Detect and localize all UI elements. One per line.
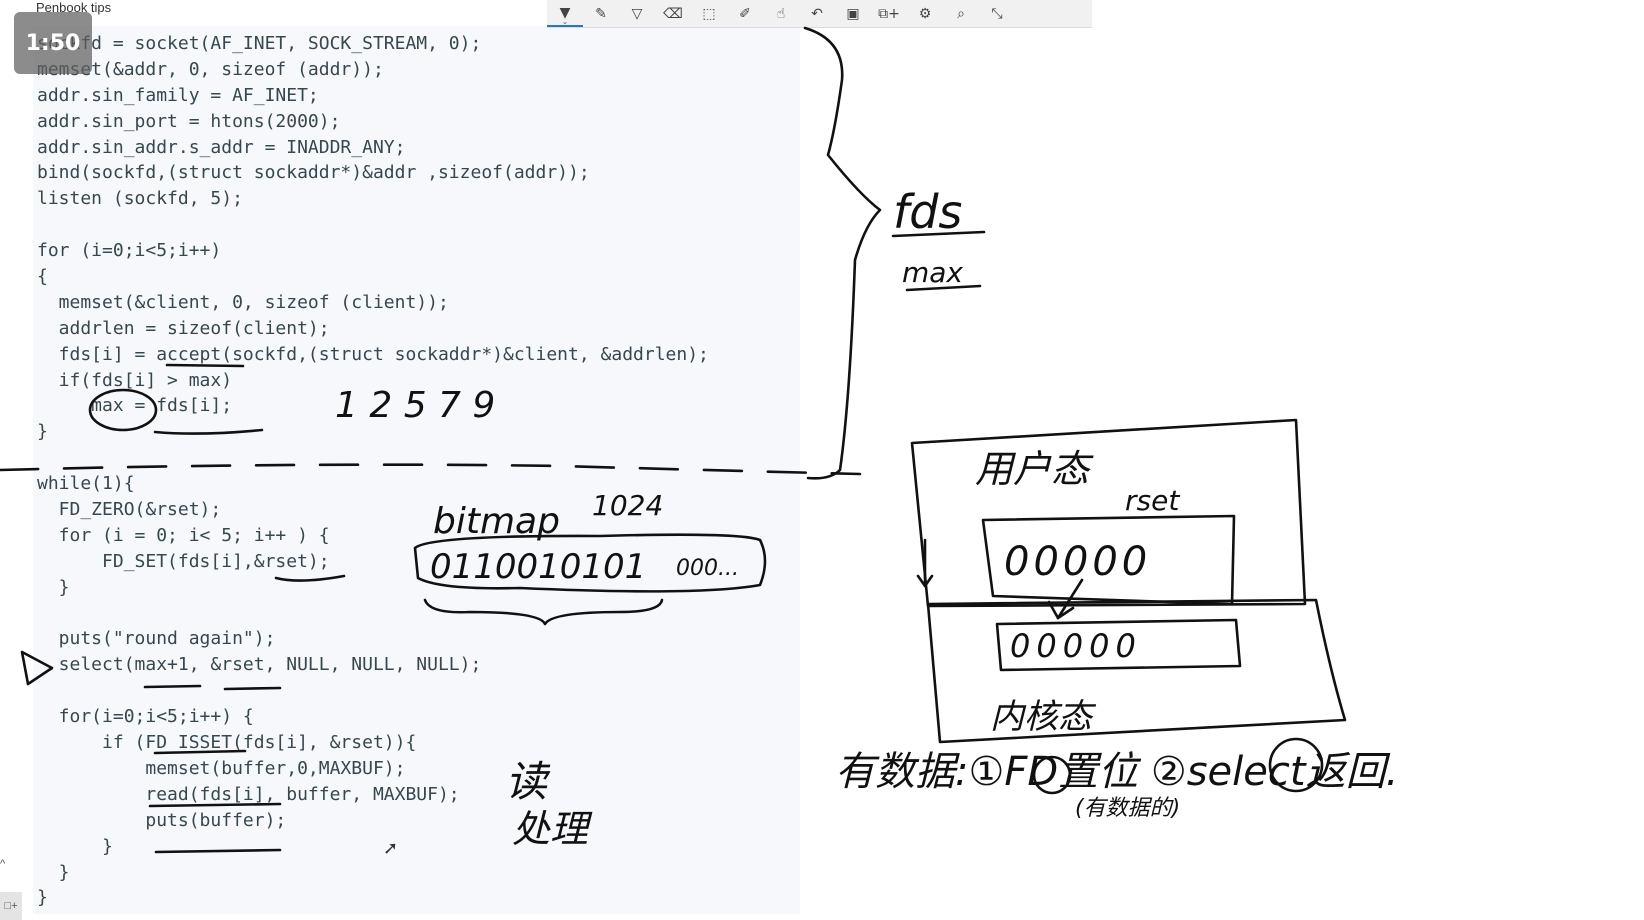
fd-numbers-label: 1 2 5 7 9 bbox=[335, 385, 495, 426]
user-bits: 00000 bbox=[1004, 539, 1151, 585]
bitmap-bits-tail: 000... bbox=[676, 556, 739, 581]
fds-label: fds bbox=[893, 185, 962, 239]
dashed-separator-ink bbox=[0, 463, 862, 476]
max-circle-ink bbox=[88, 388, 158, 432]
process-label: 处理 bbox=[512, 807, 593, 851]
bitmap-bits: 0110010101 bbox=[430, 547, 646, 587]
user-mode-label: 用户态 bbox=[975, 447, 1094, 491]
read-label: 读 bbox=[505, 757, 551, 806]
curly-brace-ink bbox=[803, 26, 882, 480]
mouse-cursor-icon: ➚ bbox=[383, 838, 399, 858]
max-label: max bbox=[902, 256, 963, 289]
summary-label: 有数据:①FD置位 ②select返回. bbox=[835, 749, 1398, 795]
penbook-canvas[interactable]: Penbook tips sockfd = socket(AF_INET, SO… bbox=[0, 0, 1644, 920]
scroll-up-icon[interactable]: ^ bbox=[0, 858, 12, 872]
kernel-mode-label: 内核态 bbox=[990, 697, 1097, 737]
add-page-button[interactable]: □+ bbox=[0, 892, 22, 920]
rset-label: rset bbox=[1125, 484, 1180, 517]
ink-layer: fds max 1 2 5 7 9 bitmap 1024 0110010101… bbox=[0, 26, 1398, 854]
kernel-bits: 00000 bbox=[1010, 627, 1142, 665]
bitmap-size-label: 1024 bbox=[592, 489, 663, 522]
bitmap-label: bitmap bbox=[433, 501, 560, 542]
summary-note: (有数据的) bbox=[1075, 796, 1180, 821]
